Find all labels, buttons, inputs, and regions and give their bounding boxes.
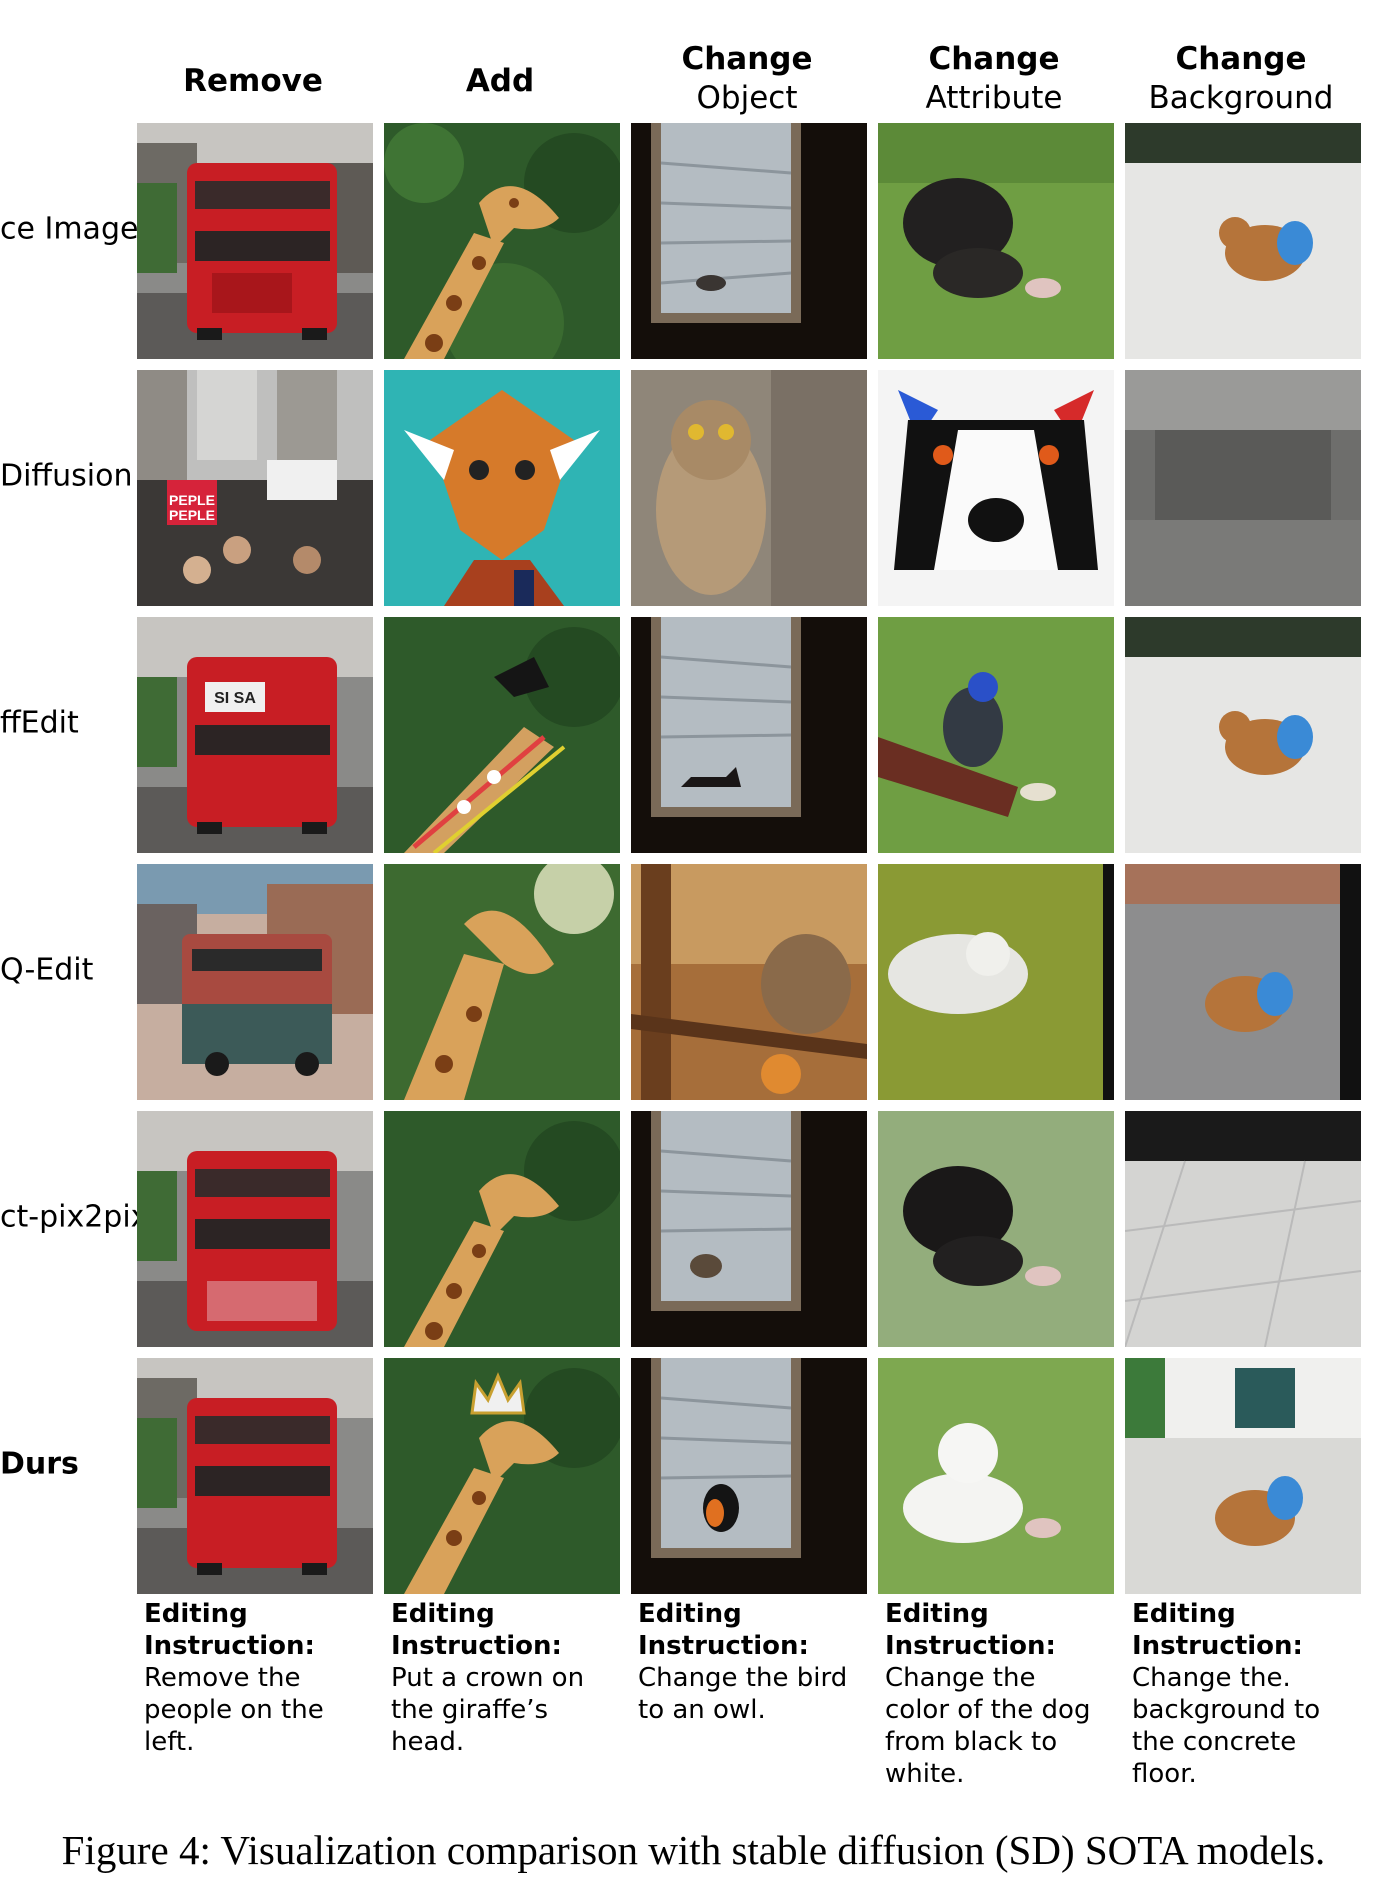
bus-sign-text: SI SA <box>214 690 256 707</box>
instruction-text-line: white. <box>885 1759 965 1789</box>
image-giraffe-ip2p <box>384 1111 620 1347</box>
instruction-text-line: to an owl. <box>638 1695 766 1725</box>
column-header-remove-label: Remove <box>183 63 323 99</box>
instruction-text-line: the giraffe’s <box>391 1695 549 1725</box>
instruction-heading-1: Editing <box>638 1599 742 1629</box>
instruction-text-line: head. <box>391 1727 465 1757</box>
row-label-q-edit: Q-Edit <box>0 952 94 988</box>
image-concrete-ip2p <box>1125 1111 1361 1347</box>
instruction-text-line: left. <box>144 1727 195 1757</box>
instruction-change-object: Editing Instruction: Change the bird to … <box>638 1598 874 1726</box>
instruction-heading-1: Editing <box>391 1599 495 1629</box>
column-header-change-background-line2: Background <box>1148 80 1334 116</box>
instruction-text-line: Change the <box>885 1663 1036 1693</box>
image-dog-concrete-ours <box>1125 1358 1361 1594</box>
row-label-stable-diffusion: Diffusion <box>0 458 133 494</box>
image-dog-art-sd <box>878 370 1114 606</box>
image-bird-window-ours <box>631 1358 867 1594</box>
image-protest-sd: PEPLE PEPLE <box>137 370 373 606</box>
image-white-dog-ours <box>878 1358 1114 1594</box>
image-white-dog-qedit <box>878 864 1114 1100</box>
instruction-text-line: the concrete <box>1132 1727 1297 1757</box>
instruction-text-line: floor. <box>1132 1759 1197 1789</box>
row-label-instruct-pix2pix: ct-pix2pix <box>0 1199 149 1235</box>
instruction-text-line: color of the dog <box>885 1695 1091 1725</box>
column-header-change-object: Change Object <box>629 40 865 118</box>
column-header-add-label: Add <box>465 63 535 99</box>
image-dog-snow-source <box>1125 123 1361 359</box>
image-room-sd <box>1125 370 1361 606</box>
instruction-text-line: Change the. <box>1132 1663 1291 1693</box>
column-header-change-background-line1: Change <box>1175 41 1307 77</box>
row-label-source-image: ce Image <box>0 211 139 247</box>
figure-caption: Figure 4: Visualization comparison with … <box>61 1827 1326 1873</box>
image-bird-grass-diffedit <box>878 617 1114 853</box>
image-bird-window-source <box>631 123 867 359</box>
instruction-heading-2: Instruction: <box>144 1631 315 1661</box>
image-bus-diffedit: SI SA <box>137 617 373 853</box>
column-header-add: Add <box>382 62 618 101</box>
instruction-heading-2: Instruction: <box>885 1631 1056 1661</box>
instruction-change-background: Editing Instruction: Change the. backgro… <box>1132 1598 1368 1790</box>
image-giraffe-diffedit <box>384 617 620 853</box>
instruction-heading-2: Instruction: <box>1132 1631 1303 1661</box>
column-header-change-attribute: Change Attribute <box>876 40 1112 118</box>
image-dog-snow-diffedit <box>1125 617 1361 853</box>
image-bus-ours <box>137 1358 373 1594</box>
instruction-change-attribute: Editing Instruction: Change the color of… <box>885 1598 1121 1790</box>
instruction-heading-1: Editing <box>1132 1599 1236 1629</box>
instruction-heading-1: Editing <box>885 1599 989 1629</box>
column-header-change-attribute-line2: Attribute <box>925 80 1063 116</box>
row-label-ours: Durs <box>0 1446 79 1482</box>
image-owl-sd <box>631 370 867 606</box>
image-giraffe-art-sd <box>384 370 620 606</box>
image-giraffe-source <box>384 123 620 359</box>
column-header-change-attribute-line1: Change <box>928 41 1060 77</box>
image-giraffe-qedit <box>384 864 620 1100</box>
row-label-diffedit: ffEdit <box>0 705 79 741</box>
image-bus-ip2p <box>137 1111 373 1347</box>
column-header-change-object-line2: Object <box>696 80 798 116</box>
image-owl-window-ip2p <box>631 1111 867 1347</box>
instruction-remove: Editing Instruction: Remove the people o… <box>144 1598 380 1758</box>
instruction-add: Editing Instruction: Put a crown on the … <box>391 1598 627 1758</box>
image-bus-source <box>137 123 373 359</box>
image-giraffe-crown-ours <box>384 1358 620 1594</box>
instruction-heading-2: Instruction: <box>391 1631 562 1661</box>
sign-text-2: PEPLE <box>169 507 215 523</box>
instruction-text-line: background to <box>1132 1695 1321 1725</box>
column-header-change-object-line1: Change <box>681 41 813 77</box>
instruction-text-line: from black to <box>885 1727 1058 1757</box>
image-dog-frisbee-ip2p <box>878 1111 1114 1347</box>
image-owl-branch-qedit <box>631 864 867 1100</box>
instruction-heading-2: Instruction: <box>638 1631 809 1661</box>
image-dog-frisbee-source <box>878 123 1114 359</box>
instruction-text-line: Put a crown on <box>391 1663 585 1693</box>
column-header-remove: Remove <box>135 62 371 101</box>
sign-text-1: PEPLE <box>169 492 215 508</box>
column-header-change-background: Change Background <box>1123 40 1359 118</box>
image-bus-qedit <box>137 864 373 1100</box>
instruction-text-line: Remove the <box>144 1663 301 1693</box>
instruction-heading-1: Editing <box>144 1599 248 1629</box>
instruction-text-line: Change the bird <box>638 1663 848 1693</box>
instruction-text-line: people on the <box>144 1695 324 1725</box>
image-dog-room-qedit <box>1125 864 1361 1100</box>
image-cat-window-diffedit <box>631 617 867 853</box>
